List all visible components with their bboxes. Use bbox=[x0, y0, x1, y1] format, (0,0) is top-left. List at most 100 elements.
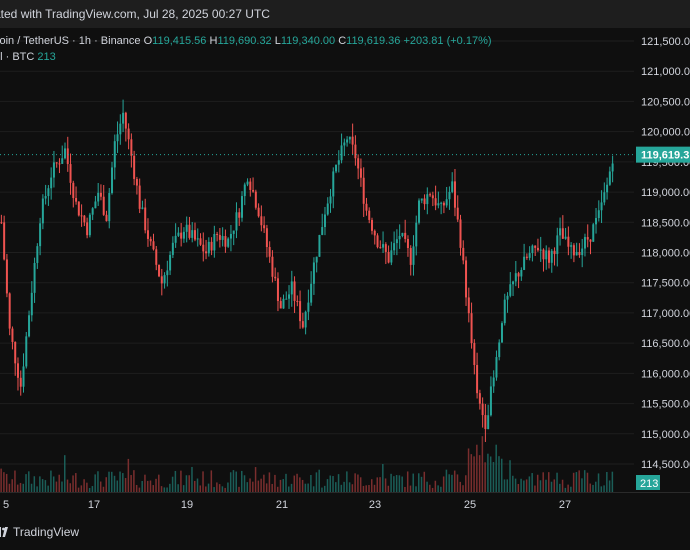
candle-body bbox=[315, 256, 318, 263]
footer-bar: 5 17 19 21 23 25 27 TradingView bbox=[0, 492, 690, 550]
candle-body bbox=[50, 177, 53, 189]
volume-bar bbox=[429, 484, 431, 492]
volume-bar bbox=[299, 477, 301, 492]
candle-body bbox=[420, 198, 423, 201]
candle-body bbox=[130, 139, 133, 156]
time-tick-label: 5 bbox=[3, 499, 9, 511]
candle-body bbox=[75, 198, 78, 202]
candle-body bbox=[301, 321, 304, 328]
volume-bar bbox=[39, 476, 41, 492]
price-tick-label: 118,000.00 bbox=[641, 248, 690, 260]
candle-body bbox=[528, 253, 531, 258]
time-tick-label: 19 bbox=[181, 499, 193, 511]
candle-body bbox=[445, 199, 448, 206]
candle-body bbox=[36, 246, 39, 263]
legend-high: 119,690.32 bbox=[217, 35, 272, 47]
volume-bar bbox=[124, 478, 127, 492]
candle-body bbox=[33, 262, 36, 293]
volume-bar bbox=[16, 484, 19, 492]
candle-body bbox=[512, 281, 515, 285]
candle-body bbox=[290, 281, 293, 295]
volume-bar bbox=[465, 475, 467, 492]
volume-bar bbox=[523, 480, 525, 492]
candle-body bbox=[536, 247, 539, 251]
candle-body bbox=[238, 212, 241, 218]
volume-bar bbox=[495, 444, 497, 492]
volume-bar bbox=[75, 473, 77, 492]
candle-body bbox=[373, 230, 376, 236]
volume-bar bbox=[420, 476, 423, 492]
candle-body bbox=[520, 269, 523, 277]
volume-bar bbox=[293, 475, 296, 492]
volume-bar bbox=[111, 471, 113, 492]
volume-bar bbox=[61, 481, 63, 492]
volume-bar bbox=[343, 481, 345, 492]
candle-body bbox=[77, 201, 80, 216]
volume-bar bbox=[572, 472, 575, 492]
candle-body bbox=[246, 181, 249, 185]
candle-body bbox=[138, 185, 141, 209]
volume-bar bbox=[290, 483, 293, 492]
candle-body bbox=[229, 233, 232, 239]
volume-bar bbox=[122, 473, 124, 492]
volume-bar bbox=[130, 475, 132, 492]
candle-body bbox=[437, 203, 440, 206]
volume-bar bbox=[144, 474, 146, 492]
volume-bar bbox=[119, 471, 121, 492]
candle-body bbox=[171, 242, 174, 255]
price-tick-label: 114,500.00 bbox=[641, 459, 690, 471]
candle-body bbox=[177, 232, 180, 236]
price-tick-label: 120,500.00 bbox=[641, 96, 690, 108]
volume-bar bbox=[285, 473, 287, 492]
price-axis[interactable]: 121,500.00 121,000.00 120,500.00 120,000.00… bbox=[641, 36, 690, 471]
volume-bar bbox=[19, 482, 22, 492]
candle-body bbox=[500, 323, 503, 343]
volume-bar bbox=[58, 474, 60, 492]
candle-body bbox=[155, 249, 158, 265]
candle-body bbox=[357, 158, 360, 169]
volume-bar bbox=[608, 480, 611, 492]
candle-body bbox=[531, 245, 534, 254]
candle-body bbox=[304, 311, 307, 328]
candle-body bbox=[534, 245, 537, 248]
volume-bar bbox=[33, 476, 36, 492]
volume-bar bbox=[227, 482, 229, 492]
candle-body bbox=[418, 200, 421, 223]
candle-body bbox=[393, 243, 396, 251]
volume-bar bbox=[542, 472, 544, 492]
candle-body bbox=[124, 112, 127, 129]
candle-body bbox=[592, 224, 595, 242]
volume-bar bbox=[169, 483, 171, 492]
candle-body bbox=[539, 249, 542, 251]
legend-change: +203.81 (+0.17%) bbox=[403, 35, 492, 47]
legend-volume-row: ol · BTC 213 bbox=[0, 49, 492, 65]
price-chart[interactable]: 121,500.00 121,000.00 120,500.00 120,000.00… bbox=[0, 28, 690, 492]
volume-bar bbox=[158, 474, 160, 492]
volume-bar bbox=[149, 480, 152, 492]
candle-body bbox=[0, 222, 3, 224]
candle-body bbox=[19, 377, 22, 387]
candle-body bbox=[205, 251, 208, 254]
volume-bar bbox=[525, 479, 528, 492]
time-axis[interactable]: 5 17 19 21 23 25 27 bbox=[0, 493, 690, 517]
volume-bar bbox=[517, 483, 520, 492]
candle-body bbox=[58, 163, 61, 165]
chart-area[interactable]: 121,500.00 121,000.00 120,500.00 120,000.00… bbox=[0, 28, 690, 492]
candle-body bbox=[86, 222, 89, 236]
volume-bar bbox=[478, 455, 481, 492]
candle-body bbox=[329, 196, 332, 204]
volume-bar bbox=[279, 479, 282, 492]
candle-body bbox=[63, 148, 66, 159]
candle-body bbox=[180, 232, 183, 239]
price-tick-label: 118,500.00 bbox=[641, 217, 690, 229]
volume-bar bbox=[83, 479, 85, 492]
candle-body bbox=[111, 167, 114, 194]
volume-bar bbox=[586, 472, 589, 492]
volume-bar bbox=[307, 483, 309, 492]
volume-bar bbox=[8, 483, 11, 492]
header-bar: ated with TradingView.com, Jul 28, 2025 … bbox=[0, 0, 690, 28]
time-tick-label: 23 bbox=[369, 499, 381, 511]
volume-bar bbox=[301, 479, 304, 492]
candle-body bbox=[293, 281, 296, 301]
candle-body bbox=[459, 219, 462, 248]
